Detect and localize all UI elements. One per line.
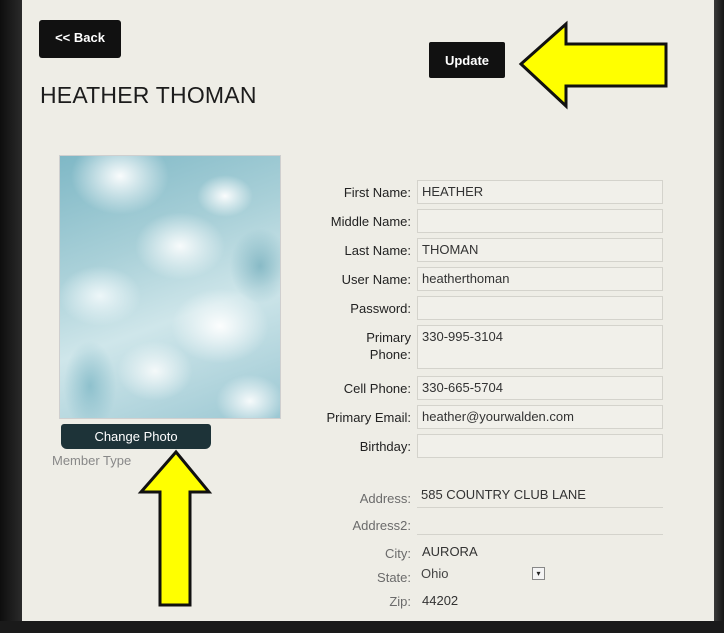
monitor-bezel-bottom — [0, 621, 724, 633]
